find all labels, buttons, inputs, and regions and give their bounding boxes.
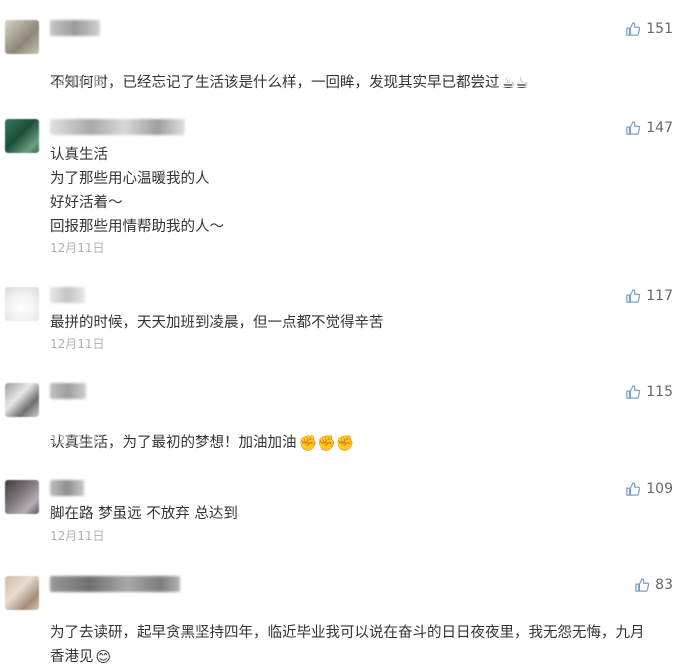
username-redacted[interactable] [50,20,100,36]
comment-date: 12月11日 [50,337,105,351]
like-count: 83 [655,577,673,593]
avatar[interactable] [5,383,39,417]
comment-date: 12月11日 [50,433,105,447]
comment-date: 12月11日 [50,74,105,88]
thumbs-up-icon [626,289,641,303]
like-button[interactable]: 83 [635,577,673,593]
comment-date: 12月11日 [50,529,105,543]
like-count: 115 [646,384,673,400]
thumbs-up-icon [626,385,641,399]
comment-text: 不知何时，已经忘记了生活该是什么样，一回眸，发现其实早已都尝过 ☕☕ [50,47,640,95]
comment-text-content: 为了去读研，起早贪黑坚持四年，临近毕业我可以说在奋斗的日日夜夜里，我无怨无悔，九… [50,625,645,665]
like-count: 147 [646,120,673,136]
avatar[interactable] [5,119,39,153]
avatar[interactable] [5,287,39,321]
like-button[interactable]: 109 [626,481,673,497]
like-count: 151 [646,21,673,37]
thumbs-up-icon [626,22,641,36]
coffee-emoji: ☕☕ [501,74,529,92]
comment-text-content: 不知何时，已经忘记了生活该是什么样，一回眸，发现其实早已都尝过 [50,75,500,91]
like-count: 109 [646,481,673,497]
username-redacted[interactable] [50,287,85,303]
thumbs-up-icon [626,121,641,135]
username-redacted[interactable] [50,576,180,592]
comment-text: 脚在路 梦虽远 不放弃 总达到 [50,506,238,522]
comment-text: 认真生活 为了那些用心温暖我的人 好好活着～ 回报那些用情帮助我的人～ [50,147,224,235]
avatar[interactable] [5,20,39,54]
avatar[interactable] [5,576,39,610]
comment-text: 为了去读研，起早贪黑坚持四年，临近毕业我可以说在奋斗的日日夜夜里，我无怨无悔，九… [50,597,650,669]
like-button[interactable]: 117 [626,288,673,304]
avatar[interactable] [5,480,39,514]
thumbs-up-icon [626,482,641,496]
comment-text: 认真生活，为了最初的梦想！加油加油 ✊✊✊ [50,407,640,455]
comment-text: 最拼的时候，天天加班到凌晨，但一点都不觉得辛苦 [50,315,384,331]
smile-emoji: 😊 [95,648,112,666]
like-button[interactable]: 115 [626,384,673,400]
comment-date: 12月11日 [50,241,105,255]
fist-emoji: ✊✊✊ [298,434,355,452]
like-button[interactable]: 147 [626,120,673,136]
username-redacted[interactable] [50,119,185,135]
username-redacted[interactable] [50,383,86,399]
like-button[interactable]: 151 [626,21,673,37]
thumbs-up-icon [635,578,650,592]
username-redacted[interactable] [50,480,84,496]
like-count: 117 [646,288,673,304]
